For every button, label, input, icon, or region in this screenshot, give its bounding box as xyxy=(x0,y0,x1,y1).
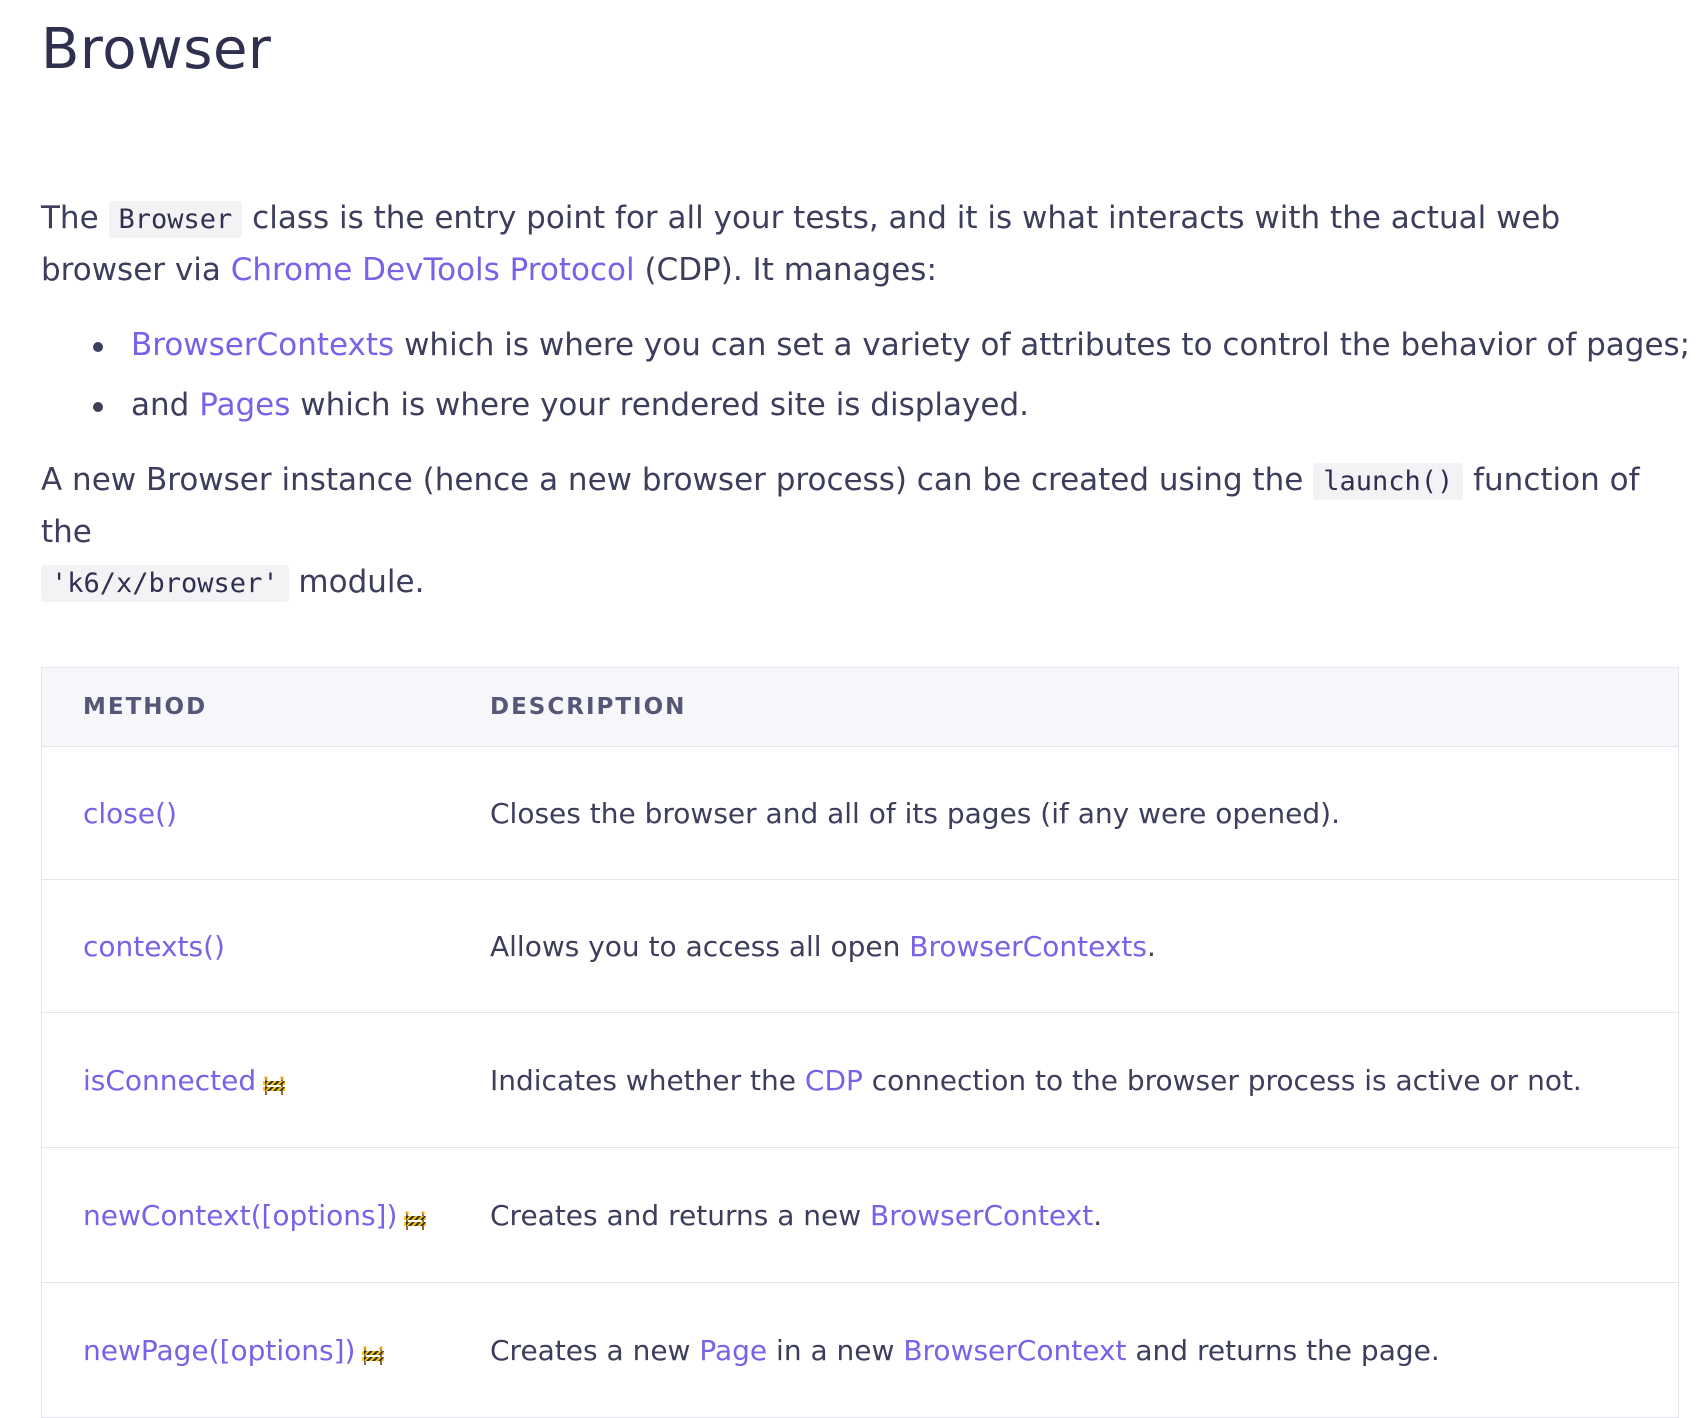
link-pages[interactable]: Pages xyxy=(199,387,290,423)
method-cell: isConnected xyxy=(41,1012,490,1148)
method-link-contexts[interactable]: contexts() xyxy=(83,930,225,963)
table-row: close() Closes the browser and all of it… xyxy=(41,746,1679,880)
description-cell: Allows you to access all open BrowserCon… xyxy=(490,879,1679,1013)
method-link-newcontext[interactable]: newContext([options]) xyxy=(83,1199,397,1232)
table-row: newPage([options]) Creates a new Page in… xyxy=(41,1282,1679,1418)
link-browsercontexts[interactable]: BrowserContexts xyxy=(131,327,394,363)
description-cell: Creates a new Page in a new BrowserConte… xyxy=(490,1282,1679,1418)
table-row: isConnected Indicates whether the CDP co… xyxy=(41,1012,1679,1148)
code-launch: launch() xyxy=(1313,463,1464,500)
link-browsercontexts[interactable]: BrowserContexts xyxy=(909,930,1147,963)
table-row: contexts() Allows you to access all open… xyxy=(41,879,1679,1013)
method-link-newpage[interactable]: newPage([options]) xyxy=(83,1334,355,1367)
link-browsercontext[interactable]: BrowserContext xyxy=(903,1334,1126,1367)
code-module: 'k6/x/browser' xyxy=(41,565,289,602)
method-link-isconnected[interactable]: isConnected xyxy=(83,1064,256,1097)
table-row: newContext([options]) Creates and return… xyxy=(41,1147,1679,1283)
header-description: DESCRIPTION xyxy=(490,667,1679,747)
page-title: Browser xyxy=(41,17,272,82)
list-item: and Pages which is where your rendered s… xyxy=(93,375,1704,435)
method-link-close[interactable]: close() xyxy=(83,797,177,830)
table-header-row: METHOD DESCRIPTION xyxy=(41,667,1679,747)
link-chrome-devtools-protocol[interactable]: Chrome DevTools Protocol xyxy=(231,252,635,288)
method-cell: newContext([options]) xyxy=(41,1147,490,1283)
construction-icon xyxy=(403,1205,427,1230)
methods-table: METHOD DESCRIPTION close() Closes the br… xyxy=(41,667,1679,1418)
description-cell: Indicates whether the CDP connection to … xyxy=(490,1012,1679,1148)
link-browsercontext[interactable]: BrowserContext xyxy=(870,1199,1093,1232)
description-cell: Creates and returns a new BrowserContext… xyxy=(490,1147,1679,1283)
header-method: METHOD xyxy=(41,667,490,747)
method-cell: newPage([options]) xyxy=(41,1282,490,1418)
construction-icon xyxy=(262,1070,286,1095)
method-cell: contexts() xyxy=(41,879,490,1013)
intro-paragraph: The Browser class is the entry point for… xyxy=(41,200,1561,288)
code-browser: Browser xyxy=(108,201,243,238)
description-cell: Closes the browser and all of its pages … xyxy=(490,746,1679,880)
method-cell: close() xyxy=(41,746,490,880)
launch-paragraph: A new Browser instance (hence a new brow… xyxy=(41,462,1640,602)
manages-list: BrowserContexts which is where you can s… xyxy=(41,315,1704,435)
doc-page: Browser The Browser class is the entry p… xyxy=(0,0,1704,1418)
link-page[interactable]: Page xyxy=(699,1334,767,1367)
link-cdp[interactable]: CDP xyxy=(805,1064,863,1097)
list-item: BrowserContexts which is where you can s… xyxy=(93,315,1704,375)
